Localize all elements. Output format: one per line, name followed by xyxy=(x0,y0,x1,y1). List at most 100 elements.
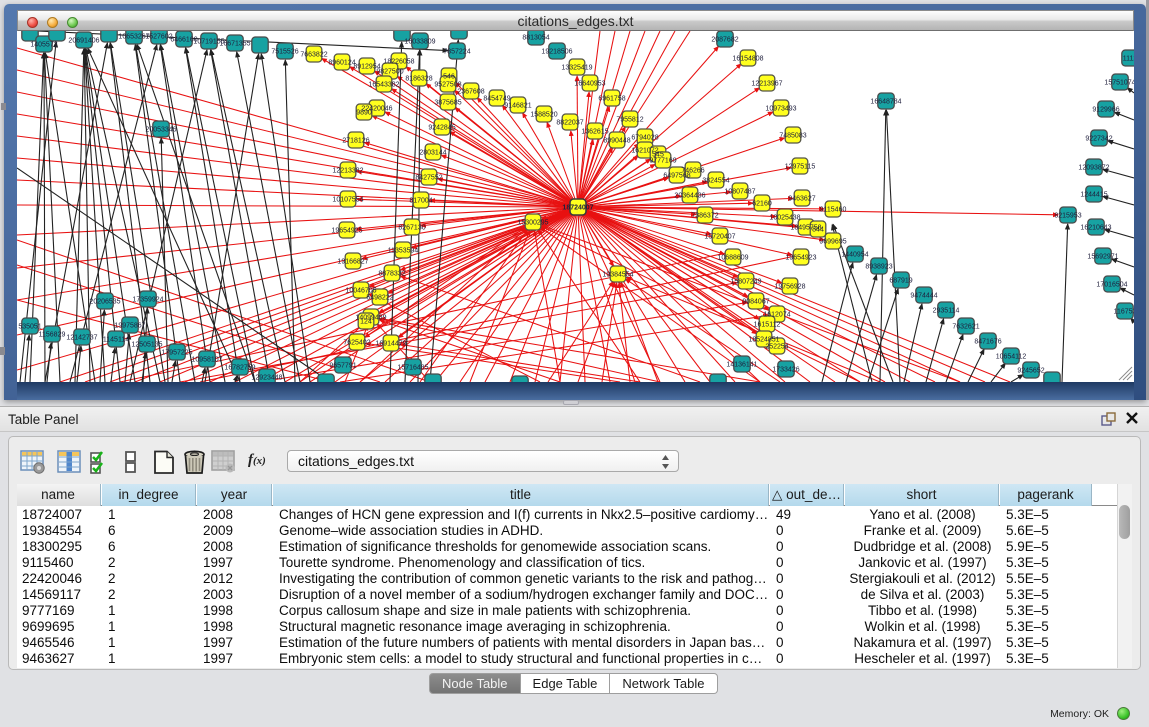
svg-text:844: 844 xyxy=(812,227,824,234)
svg-text:1405572: 1405572 xyxy=(30,42,57,49)
svg-text:124: 124 xyxy=(360,319,372,326)
svg-text:9827500: 9827500 xyxy=(376,69,403,76)
svg-text:252254: 252254 xyxy=(765,344,788,351)
svg-text:12213967: 12213967 xyxy=(751,81,782,88)
svg-text:20364436: 20364436 xyxy=(674,193,705,200)
svg-text:10025438: 10025438 xyxy=(769,215,800,222)
svg-text:817004: 817004 xyxy=(409,198,432,205)
svg-text:8822037: 8822037 xyxy=(556,120,583,127)
svg-text:7485083: 7485083 xyxy=(779,133,806,140)
svg-text:9242845: 9242845 xyxy=(428,125,455,132)
svg-text:1615112: 1615112 xyxy=(754,322,781,329)
svg-text:2367608: 2367608 xyxy=(457,89,484,96)
svg-text:16210643: 16210643 xyxy=(1080,225,1111,232)
svg-text:9146821: 9146821 xyxy=(504,103,531,110)
svg-text:8938923: 8938923 xyxy=(865,264,892,271)
svg-text:8471676: 8471676 xyxy=(974,339,1001,346)
svg-text:11353594: 11353594 xyxy=(388,248,419,255)
svg-text:7386372: 7386372 xyxy=(691,213,718,220)
svg-text:19975867: 19975867 xyxy=(114,323,145,330)
svg-text:7857224: 7857224 xyxy=(443,49,470,56)
svg-text:2087682: 2087682 xyxy=(711,37,738,44)
svg-text:8186328: 8186328 xyxy=(405,76,432,83)
svg-text:19654925: 19654925 xyxy=(331,228,362,235)
svg-text:7663822: 7663822 xyxy=(300,52,327,59)
svg-text:6794028: 6794028 xyxy=(631,135,658,142)
svg-text:9227342: 9227342 xyxy=(1085,136,1112,143)
svg-text:2718126: 2718126 xyxy=(342,138,369,145)
svg-text:15751074: 15751074 xyxy=(1104,80,1134,87)
svg-text:8454749: 8454749 xyxy=(483,96,510,103)
svg-text:9699695: 9699695 xyxy=(819,239,846,246)
svg-text:19218506: 19218506 xyxy=(541,49,572,56)
svg-text:535051: 535051 xyxy=(18,324,41,331)
svg-text:10654112: 10654112 xyxy=(996,354,1027,361)
svg-text:6497568: 6497568 xyxy=(663,173,690,180)
svg-text:16648784: 16648784 xyxy=(870,99,901,106)
svg-text:19384554: 19384554 xyxy=(602,272,633,279)
svg-text:9463627: 9463627 xyxy=(788,196,815,203)
svg-text:7515526: 7515526 xyxy=(271,49,298,56)
svg-text:9115460: 9115460 xyxy=(820,207,847,214)
svg-text:18524851: 18524851 xyxy=(748,337,779,344)
svg-text:1588520: 1588520 xyxy=(530,112,557,119)
svg-text:19756928: 19756928 xyxy=(774,284,805,291)
svg-text:16033809: 16033809 xyxy=(404,39,435,46)
svg-text:20206535: 20206535 xyxy=(89,299,120,306)
svg-text:7625402: 7625402 xyxy=(343,340,370,347)
svg-text:16914479: 16914479 xyxy=(375,341,406,348)
svg-text:2935114: 2935114 xyxy=(933,308,960,315)
svg-text:1112: 1112 xyxy=(1123,56,1134,63)
svg-text:10958107: 10958107 xyxy=(191,357,222,364)
svg-text:15300295: 15300295 xyxy=(517,220,548,227)
svg-text:546: 546 xyxy=(443,74,455,81)
svg-text:1440954: 1440954 xyxy=(841,252,868,259)
svg-text:7632621: 7632621 xyxy=(952,324,979,331)
svg-text:12923448: 12923448 xyxy=(251,375,282,382)
svg-text:8267130: 8267130 xyxy=(398,225,425,232)
svg-text:12093872: 12093872 xyxy=(1078,165,1109,172)
svg-text:3875685: 3875685 xyxy=(434,100,461,107)
svg-text:15720407: 15720407 xyxy=(704,234,735,241)
svg-text:1362615: 1362615 xyxy=(581,129,608,136)
svg-text:15692971: 15692971 xyxy=(1087,254,1118,261)
svg-text:3824554: 3824554 xyxy=(702,178,729,185)
svg-text:16640953: 16640953 xyxy=(574,81,605,88)
svg-text:10107554: 10107554 xyxy=(332,197,363,204)
svg-text:10973493: 10973493 xyxy=(765,106,796,113)
svg-text:17016504: 17016504 xyxy=(1096,282,1127,289)
svg-text:18724007: 18724007 xyxy=(562,205,593,212)
svg-text:16671355: 16671355 xyxy=(219,41,250,48)
svg-text:8813054: 8813054 xyxy=(522,35,549,42)
svg-text:9245652: 9245652 xyxy=(1017,368,1044,375)
svg-text:8215953: 8215953 xyxy=(1054,213,1081,220)
svg-text:1527602: 1527602 xyxy=(145,34,172,41)
svg-text:8427552: 8427552 xyxy=(415,175,442,182)
svg-text:9527508: 9527508 xyxy=(434,82,461,89)
svg-text:62160: 62160 xyxy=(752,201,772,208)
svg-text:1145114: 1145114 xyxy=(103,337,129,344)
svg-text:9890: 9890 xyxy=(356,110,372,117)
svg-text:9474444: 9474444 xyxy=(910,293,937,300)
svg-text:12975115: 12975115 xyxy=(785,164,816,171)
svg-text:5498222: 5498222 xyxy=(366,295,393,302)
svg-text:19166827: 19166827 xyxy=(337,259,368,266)
svg-text:17359924: 17359924 xyxy=(132,297,163,304)
svg-text:12505135: 12505135 xyxy=(131,342,162,349)
svg-text:1244415: 1244415 xyxy=(1080,192,1107,199)
svg-text:20053346: 20053346 xyxy=(145,127,176,134)
svg-text:16154808: 16154808 xyxy=(732,56,763,63)
svg-text:8990448: 8990448 xyxy=(603,138,630,145)
svg-text:687919: 687919 xyxy=(889,278,912,285)
svg-text:2803144: 2803144 xyxy=(419,150,446,157)
svg-text:1733426: 1733426 xyxy=(772,367,799,374)
svg-text:116753: 116753 xyxy=(1114,309,1134,316)
svg-text:16782759: 16782759 xyxy=(224,365,255,372)
svg-text:1612074: 1612074 xyxy=(763,312,790,319)
svg-text:19654923: 19654923 xyxy=(785,255,816,262)
svg-text:15716485: 15716485 xyxy=(397,365,428,372)
svg-text:1156829: 1156829 xyxy=(39,332,66,339)
svg-text:10807487: 10807487 xyxy=(724,189,755,196)
svg-text:9129966: 9129966 xyxy=(1092,107,1119,114)
svg-text:10688609: 10688609 xyxy=(717,255,748,262)
